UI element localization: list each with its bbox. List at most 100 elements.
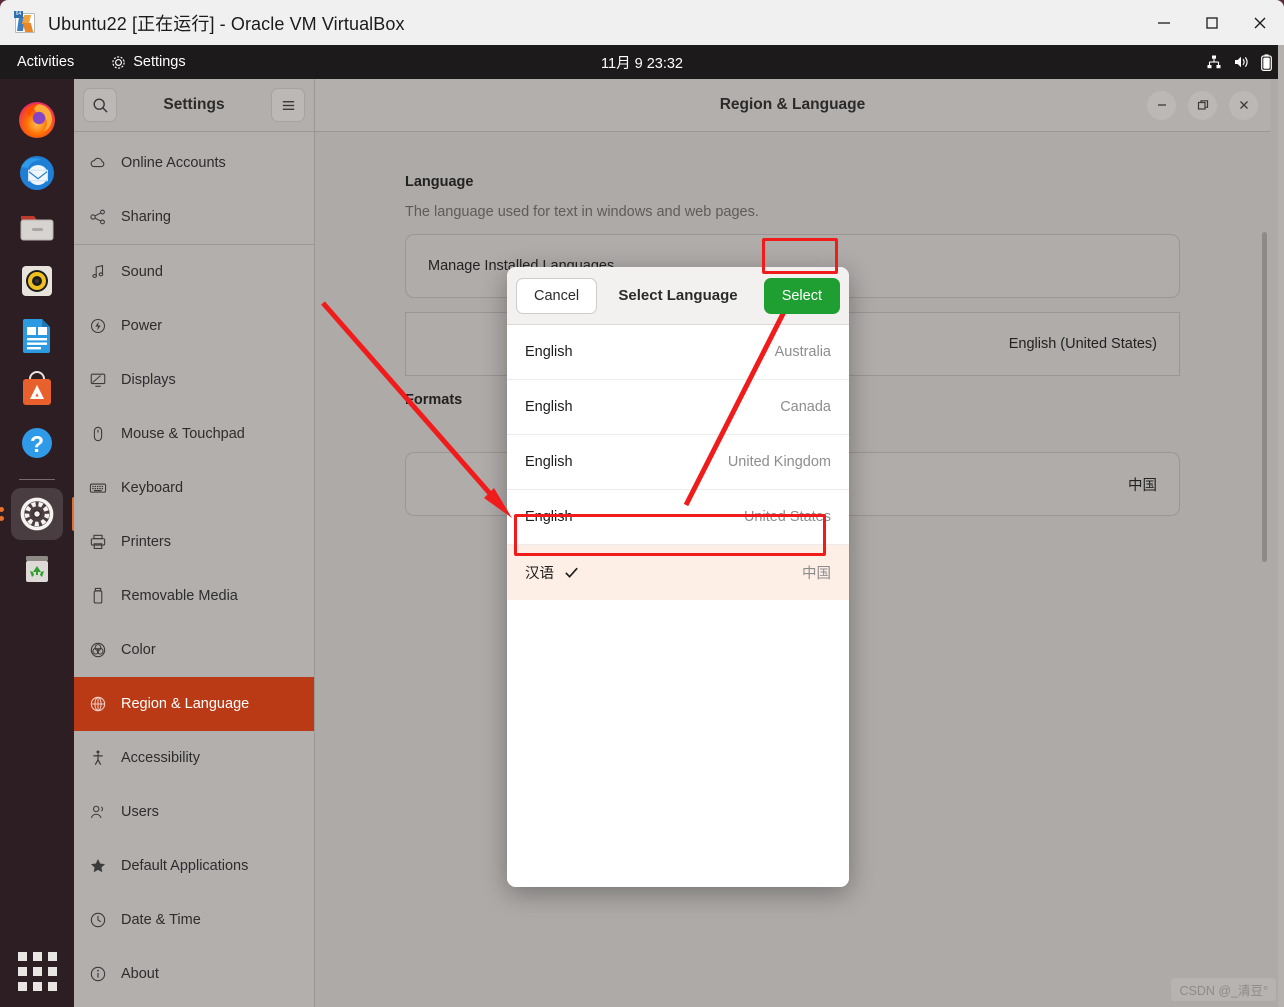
printer-icon (88, 532, 108, 552)
sidebar-item-label: Online Accounts (121, 155, 226, 171)
thunderbird-icon (20, 156, 54, 190)
window-restore-button[interactable] (1188, 90, 1217, 120)
dock-item-firefox[interactable] (11, 93, 63, 145)
status-area[interactable] (1206, 53, 1272, 71)
sidebar-item-users[interactable]: Users (74, 785, 314, 839)
language-region: 中国 (802, 566, 831, 582)
sidebar-item-power[interactable]: Power (74, 299, 314, 353)
content-scrollbar[interactable] (1262, 232, 1267, 562)
dock-item-help[interactable]: ? (11, 417, 63, 469)
close-button[interactable] (1236, 0, 1284, 45)
dock-item-files[interactable] (11, 201, 63, 253)
sidebar-item-online-accounts[interactable]: Online Accounts (74, 136, 314, 190)
sidebar-item-accessibility[interactable]: Accessibility (74, 731, 314, 785)
rhythmbox-speaker-icon (22, 266, 52, 296)
list-item[interactable]: English Australia (507, 325, 849, 380)
sidebar-item-label: Sharing (121, 209, 171, 225)
color-wheel-icon (88, 640, 108, 660)
current-language-value: English (United States) (1008, 336, 1157, 352)
language-section-title: Language (405, 174, 474, 190)
sidebar-item-sharing[interactable]: Sharing (74, 190, 314, 244)
language-name: English (525, 399, 573, 415)
virtualbox-window-controls (1140, 0, 1284, 45)
info-icon (88, 964, 108, 984)
cancel-button[interactable]: Cancel (516, 277, 598, 314)
sidebar-item-keyboard[interactable]: Keyboard (74, 461, 314, 515)
sidebar-item-displays[interactable]: Displays (74, 353, 314, 407)
sidebar-item-sound[interactable]: Sound (74, 245, 314, 299)
firefox-icon (19, 102, 55, 138)
virtualbox-icon: 64 (14, 10, 36, 34)
list-item-selected[interactable]: 汉语 中国 (507, 545, 849, 600)
sidebar-item-label: Removable Media (121, 588, 238, 604)
settings-window: Settings Region & Language Online Accoun… (74, 79, 1270, 1007)
host-desktop-edge (1278, 45, 1284, 1007)
trash-icon (26, 556, 48, 582)
screenshot-root: 64 Ubuntu22 [正在运行] - Oracle VM VirtualBo… (0, 0, 1284, 1007)
dock-item-ubuntu-software[interactable] (11, 363, 63, 415)
list-item[interactable]: English United States (507, 490, 849, 545)
settings-sidebar: Online Accounts Sharing Sound Power Disp… (74, 132, 315, 1007)
select-button[interactable]: Select (763, 277, 840, 314)
sidebar-item-region-language[interactable]: Region & Language (74, 677, 314, 731)
gnome-top-bar: Activities Settings 11月 9 23:32 (0, 45, 1284, 79)
show-applications-icon[interactable] (17, 952, 57, 991)
dock-item-libreoffice-writer[interactable] (11, 309, 63, 361)
sidebar-item-removable-media[interactable]: Removable Media (74, 569, 314, 623)
activities-button[interactable]: Activities (17, 54, 74, 70)
svg-text:?: ? (30, 431, 44, 457)
list-item[interactable]: English Canada (507, 380, 849, 435)
dock-item-settings[interactable] (0, 488, 76, 540)
files-folder-icon (20, 216, 54, 241)
minimize-button[interactable] (1140, 0, 1188, 45)
help-icon: ? (22, 428, 52, 458)
maximize-button[interactable] (1188, 0, 1236, 45)
dock-item-trash[interactable] (11, 542, 63, 594)
sidebar-item-color[interactable]: Color (74, 623, 314, 677)
page-title: Region & Language (719, 96, 866, 113)
display-icon (88, 370, 108, 390)
clock[interactable]: 11月 9 23:32 (601, 52, 683, 73)
star-icon (88, 856, 108, 876)
formats-value: 中国 (1128, 477, 1157, 494)
search-button[interactable] (83, 88, 117, 122)
settings-gear-icon (20, 497, 54, 531)
main-menu-button[interactable] (271, 88, 305, 122)
language-name: 汉语 (525, 566, 554, 582)
sidebar-item-mouse-touchpad[interactable]: Mouse & Touchpad (74, 407, 314, 461)
settings-gear-icon (111, 55, 126, 70)
sidebar-item-label: Printers (121, 534, 171, 550)
sidebar-title: Settings (163, 96, 225, 113)
sidebar-item-date-time[interactable]: Date & Time (74, 893, 314, 947)
list-item[interactable]: English United Kingdom (507, 435, 849, 490)
language-region: Australia (774, 344, 831, 360)
running-indicator (0, 507, 4, 521)
sidebar-item-printers[interactable]: Printers (74, 515, 314, 569)
volume-icon (1233, 54, 1250, 70)
virtualbox-window-title: Ubuntu22 [正在运行] - Oracle VM VirtualBox (48, 13, 405, 34)
libreoffice-writer-icon (23, 319, 50, 353)
csdn-watermark: CSDN @_清豆° (1171, 978, 1276, 1001)
language-region: United Kingdom (727, 454, 831, 470)
settings-header-bar: Settings Region & Language (74, 79, 1270, 132)
ubuntu-software-icon (23, 371, 51, 405)
ubuntu-dock: ? (0, 79, 76, 1007)
window-close-button[interactable] (1229, 90, 1258, 120)
keyboard-icon (88, 478, 108, 498)
app-menu[interactable]: Settings (111, 54, 186, 70)
dock-item-thunderbird[interactable] (11, 147, 63, 199)
sidebar-item-label: Default Applications (121, 858, 249, 874)
share-nodes-icon (88, 207, 108, 227)
language-list: English Australia English Canada English… (507, 325, 849, 887)
ubuntu-guest-screen: Activities Settings 11月 9 23:32 ? Settin… (0, 45, 1284, 1007)
music-note-icon (88, 262, 108, 282)
dock-item-rhythmbox[interactable] (11, 255, 63, 307)
sidebar-item-label: About (121, 966, 159, 982)
window-minimize-button[interactable] (1147, 90, 1176, 120)
language-name: English (525, 344, 573, 360)
sidebar-item-default-applications[interactable]: Default Applications (74, 839, 314, 893)
sidebar-item-about[interactable]: About (74, 947, 314, 1001)
clock-icon (88, 910, 108, 930)
sidebar-item-label: Displays (121, 372, 176, 388)
sidebar-item-label: Power (121, 318, 163, 334)
